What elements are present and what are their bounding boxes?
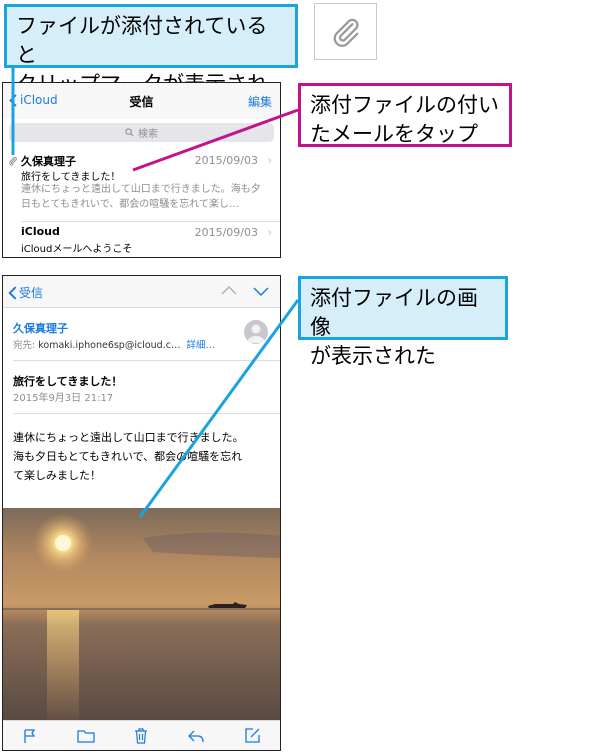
inbox-screen: iCloud 受信 編集 検索 久保真理子 2015/09/03 › 旅行をして… [2, 82, 281, 258]
message-subject: 旅行をしてきました！ [13, 375, 123, 388]
search-input[interactable]: 検索 [9, 123, 274, 142]
compose-icon[interactable] [244, 727, 261, 744]
reply-icon[interactable] [187, 728, 205, 744]
trash-icon[interactable] [133, 727, 149, 744]
folder-icon[interactable] [76, 728, 95, 744]
to-address[interactable]: komaki.iphone6sp@icloud.c… [38, 340, 180, 351]
list-item[interactable]: 久保真理子 2015/09/03 › 旅行をしてきました！ 連休にちょっと遠出し… [3, 153, 280, 221]
message-toolbar [3, 720, 280, 750]
callout-image-shown: 添付ファイルの画像 が表示された [298, 276, 508, 368]
mail-sender: 久保真理子 [21, 155, 76, 168]
callout-clip-mark: ファイルが添付されていると クリップマークが表示される [4, 4, 298, 125]
back-button[interactable]: 受信 [8, 284, 43, 301]
message-date: 2015年9月3日 21:17 [13, 393, 114, 404]
message-arrows [220, 282, 270, 300]
chevron-right-icon: › [267, 225, 272, 239]
callout-tap-mail: 添付ファイルの付い たメールをタップ [298, 83, 512, 147]
to-label: 宛先: [13, 340, 36, 351]
divider [13, 413, 280, 414]
paperclip-icon [333, 18, 359, 47]
search-icon [125, 128, 134, 137]
person-icon [247, 324, 265, 343]
chevron-down-icon[interactable] [252, 282, 270, 300]
mail-subject: iCloudメールへようこそ [21, 244, 133, 255]
chevron-up-icon[interactable] [220, 282, 238, 300]
body-line: て楽しみました！ [13, 469, 101, 482]
mail-date: 2015/09/03 [194, 226, 258, 239]
message-screen: 受信 久保真理子 宛先: komaki.iphone6sp@icloud.c… … [2, 275, 281, 751]
mail-subject: 旅行をしてきました！ [21, 172, 121, 183]
mailbox-title: 受信 [129, 95, 154, 109]
edit-button[interactable]: 編集 [248, 93, 272, 110]
mail-preview: 連休にちょっと遠出して山口まで行きました。海も夕日もとてもきれいで、都会の喧騒を… [21, 184, 261, 210]
from-name[interactable]: 久保真理子 [13, 320, 68, 336]
mail-sender: iCloud [21, 225, 60, 238]
message-body: 連休にちょっと遠出して山口まで行きました。 海も夕日もとてもきれいで、都会の喧騒… [13, 428, 272, 485]
divider [13, 360, 280, 361]
mail-date: 2015/09/03 [194, 154, 258, 167]
chevron-left-icon [8, 285, 17, 300]
paperclip-badge [314, 3, 377, 60]
chevron-right-icon: › [267, 153, 272, 167]
to-line: 宛先: komaki.iphone6sp@icloud.c… 詳細… [13, 337, 215, 351]
message-nav-bar: 受信 [3, 276, 280, 308]
divider [21, 221, 280, 222]
paperclip-icon [9, 157, 17, 166]
search-placeholder: 検索 [138, 129, 158, 140]
details-link[interactable]: 詳細… [186, 340, 215, 351]
list-item[interactable]: iCloud 2015/09/03 › iCloudメールへようこそ [3, 225, 280, 257]
body-line: 連休にちょっと遠出して山口まで行きました。 [13, 431, 244, 444]
avatar [244, 320, 268, 344]
flag-icon[interactable] [22, 728, 38, 744]
attached-photo[interactable] [3, 508, 281, 720]
back-label: 受信 [19, 286, 44, 300]
inbox-nav-bar: iCloud 受信 編集 [3, 83, 280, 119]
body-line: 海も夕日もとてもきれいで、都会の喧騒を忘れ [13, 450, 243, 463]
